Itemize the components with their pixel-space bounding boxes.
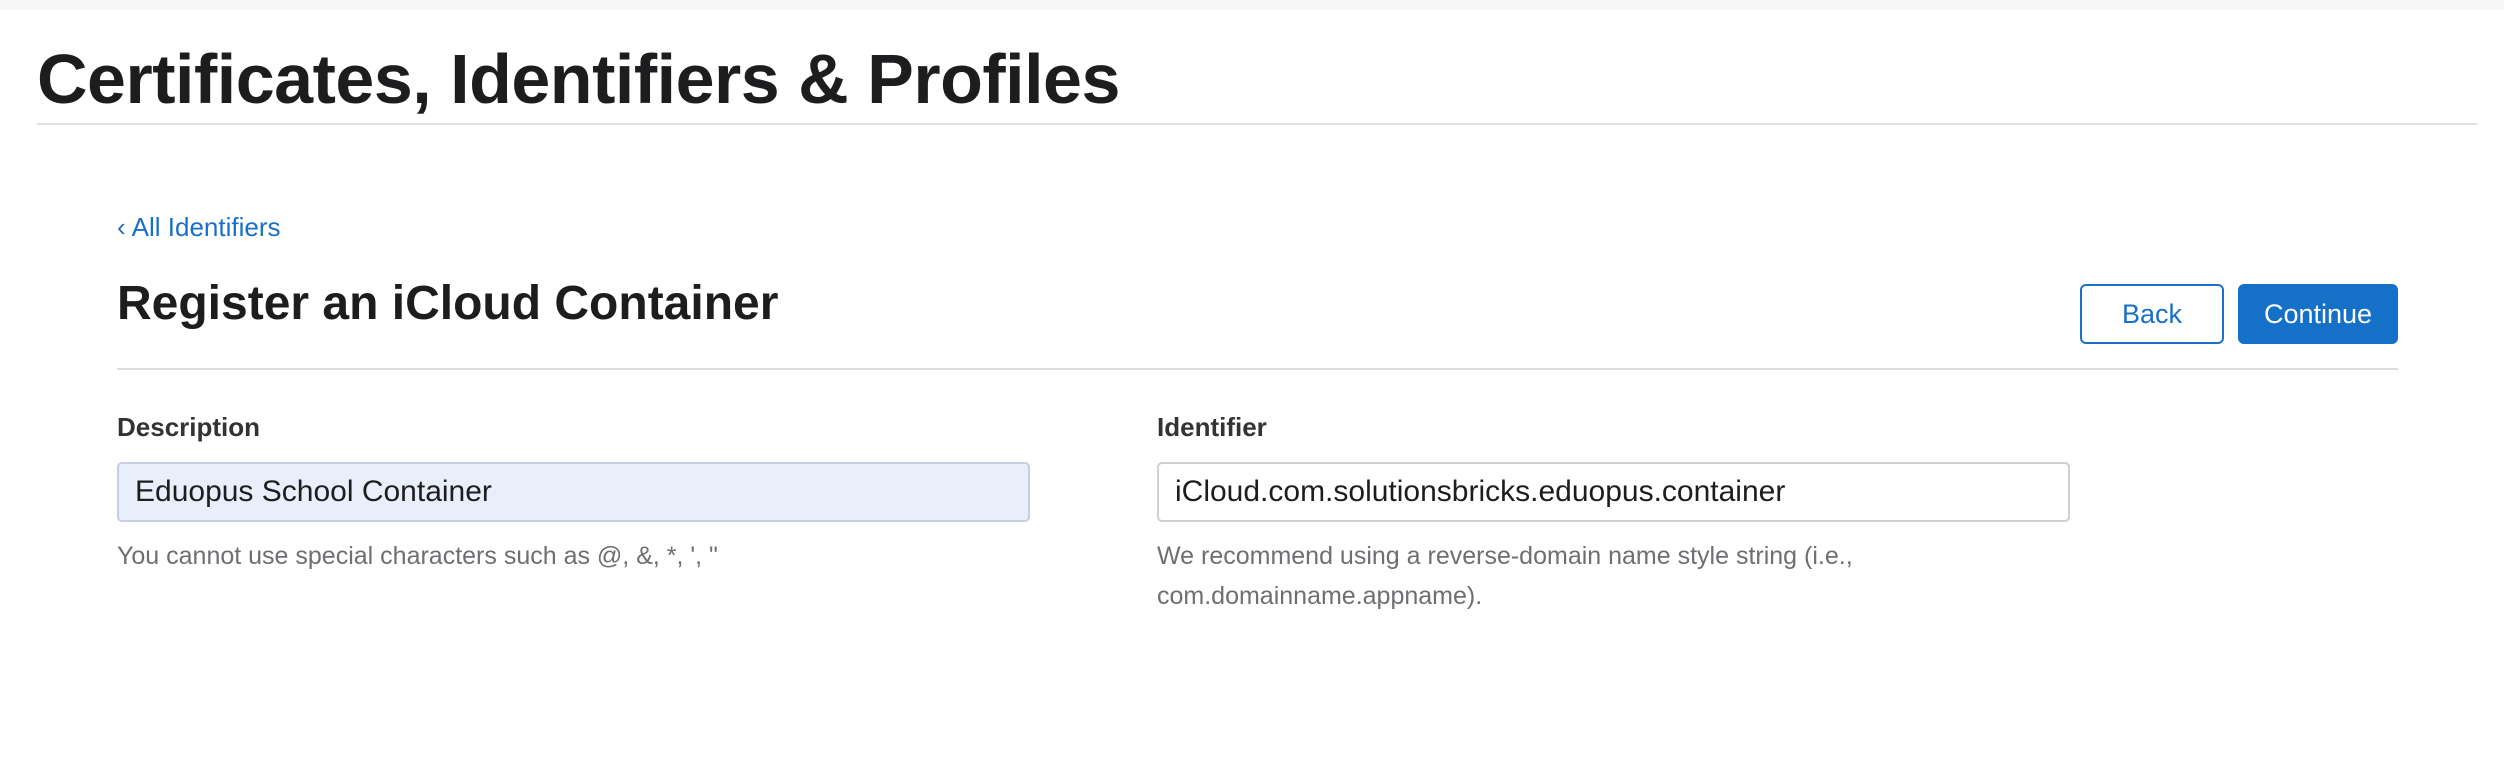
back-button[interactable]: Back xyxy=(2080,284,2224,344)
page-title: Certificates, Identifiers & Profiles xyxy=(37,40,1120,118)
identifier-help-text: We recommend using a reverse-domain name… xyxy=(1157,542,1853,610)
description-help-text: You cannot use special characters such a… xyxy=(117,542,718,570)
description-label: Description xyxy=(117,412,261,442)
top-strip xyxy=(0,0,2504,10)
identifier-label: Identifier xyxy=(1157,412,1267,442)
section-divider xyxy=(117,368,2398,370)
description-field-group: Description You cannot use special chara… xyxy=(117,412,1030,576)
description-input[interactable] xyxy=(117,462,1030,522)
identifier-input[interactable] xyxy=(1157,462,2070,522)
page-header: Certificates, Identifiers & Profiles xyxy=(37,36,2477,125)
identifier-field-group: Identifier We recommend using a reverse-… xyxy=(1157,412,2070,616)
chevron-left-icon: ‹ xyxy=(117,212,126,242)
continue-button[interactable]: Continue xyxy=(2238,284,2398,344)
breadcrumb-label: All Identifiers xyxy=(131,212,281,242)
breadcrumb-all-identifiers[interactable]: ‹ All Identifiers xyxy=(117,212,281,243)
section-title: Register an iCloud Container xyxy=(117,277,779,330)
